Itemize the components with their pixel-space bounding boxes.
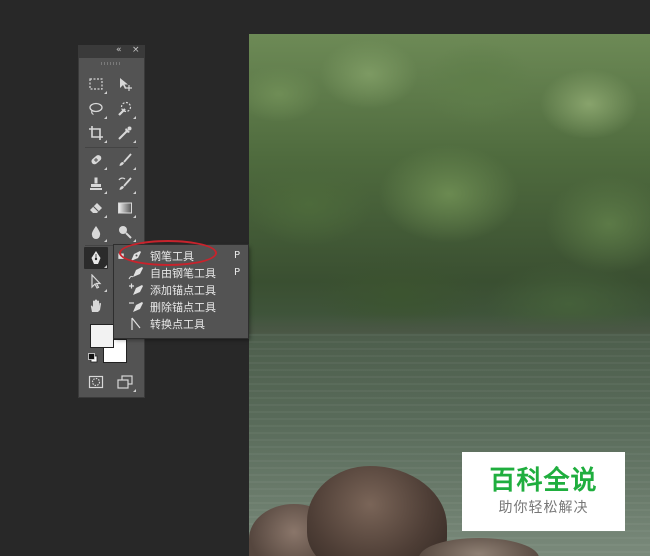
- annotation-highlight-ellipse: [119, 240, 217, 266]
- lasso-icon[interactable]: [84, 98, 108, 120]
- freeform-pen-icon: [126, 265, 146, 281]
- path-selection-icon[interactable]: [84, 271, 108, 293]
- pen-icon[interactable]: [84, 247, 108, 269]
- spot-healing-icon[interactable]: [84, 149, 108, 171]
- quick-mask-icon[interactable]: [84, 371, 108, 393]
- eyedropper-icon[interactable]: [113, 122, 137, 144]
- panel-grip[interactable]: [101, 62, 121, 65]
- menu-item-label: 添加锚点工具: [150, 283, 216, 297]
- menu-item-label: 删除锚点工具: [150, 300, 216, 314]
- convert-point-icon: [126, 316, 146, 332]
- quick-selection-icon[interactable]: [113, 98, 137, 120]
- menu-item-convert-point-tool[interactable]: 转换点工具: [114, 315, 248, 332]
- gradient-icon[interactable]: [113, 197, 137, 219]
- dodge-icon[interactable]: [113, 221, 137, 243]
- menu-item-label: 转换点工具: [150, 317, 205, 331]
- menu-item-shortcut: P: [234, 250, 241, 261]
- move-tool-icon[interactable]: [113, 73, 137, 95]
- brush-icon[interactable]: [113, 149, 137, 171]
- clone-stamp-icon[interactable]: [84, 173, 108, 195]
- menu-item-add-anchor-point-tool[interactable]: 添加锚点工具: [114, 281, 248, 298]
- photo-trees: [249, 34, 650, 344]
- rectangular-marquee-icon[interactable]: [84, 73, 108, 95]
- menu-item-label: 自由钢笔工具: [150, 266, 216, 280]
- menu-item-freeform-pen-tool[interactable]: 自由钢笔工具 P: [114, 264, 248, 281]
- delete-anchor-point-icon: [126, 299, 146, 315]
- toolbar-separator: [85, 147, 138, 148]
- screen-mode-icon[interactable]: [113, 371, 137, 393]
- foreground-color-swatch[interactable]: [90, 324, 114, 348]
- watermark-title: 百科全说: [489, 466, 598, 496]
- default-colors-icon[interactable]: [88, 353, 98, 363]
- panel-titlebar[interactable]: « ×: [79, 45, 144, 58]
- tools-panel: « ×: [79, 45, 144, 397]
- history-brush-icon[interactable]: [113, 173, 137, 195]
- menu-item-delete-anchor-point-tool[interactable]: 删除锚点工具: [114, 298, 248, 315]
- crop-icon[interactable]: [84, 122, 108, 144]
- watermark-subtitle: 助你轻松解决: [498, 500, 589, 516]
- blur-icon[interactable]: [84, 221, 108, 243]
- eraser-icon[interactable]: [84, 197, 108, 219]
- hand-icon[interactable]: [84, 295, 108, 317]
- close-panel-icon[interactable]: ×: [132, 45, 140, 55]
- menu-item-shortcut: P: [234, 267, 241, 278]
- collapse-panel-icon[interactable]: «: [116, 45, 122, 55]
- add-anchor-point-icon: [126, 282, 146, 298]
- watermark-logo: 百科全说 助你轻松解决: [462, 452, 625, 531]
